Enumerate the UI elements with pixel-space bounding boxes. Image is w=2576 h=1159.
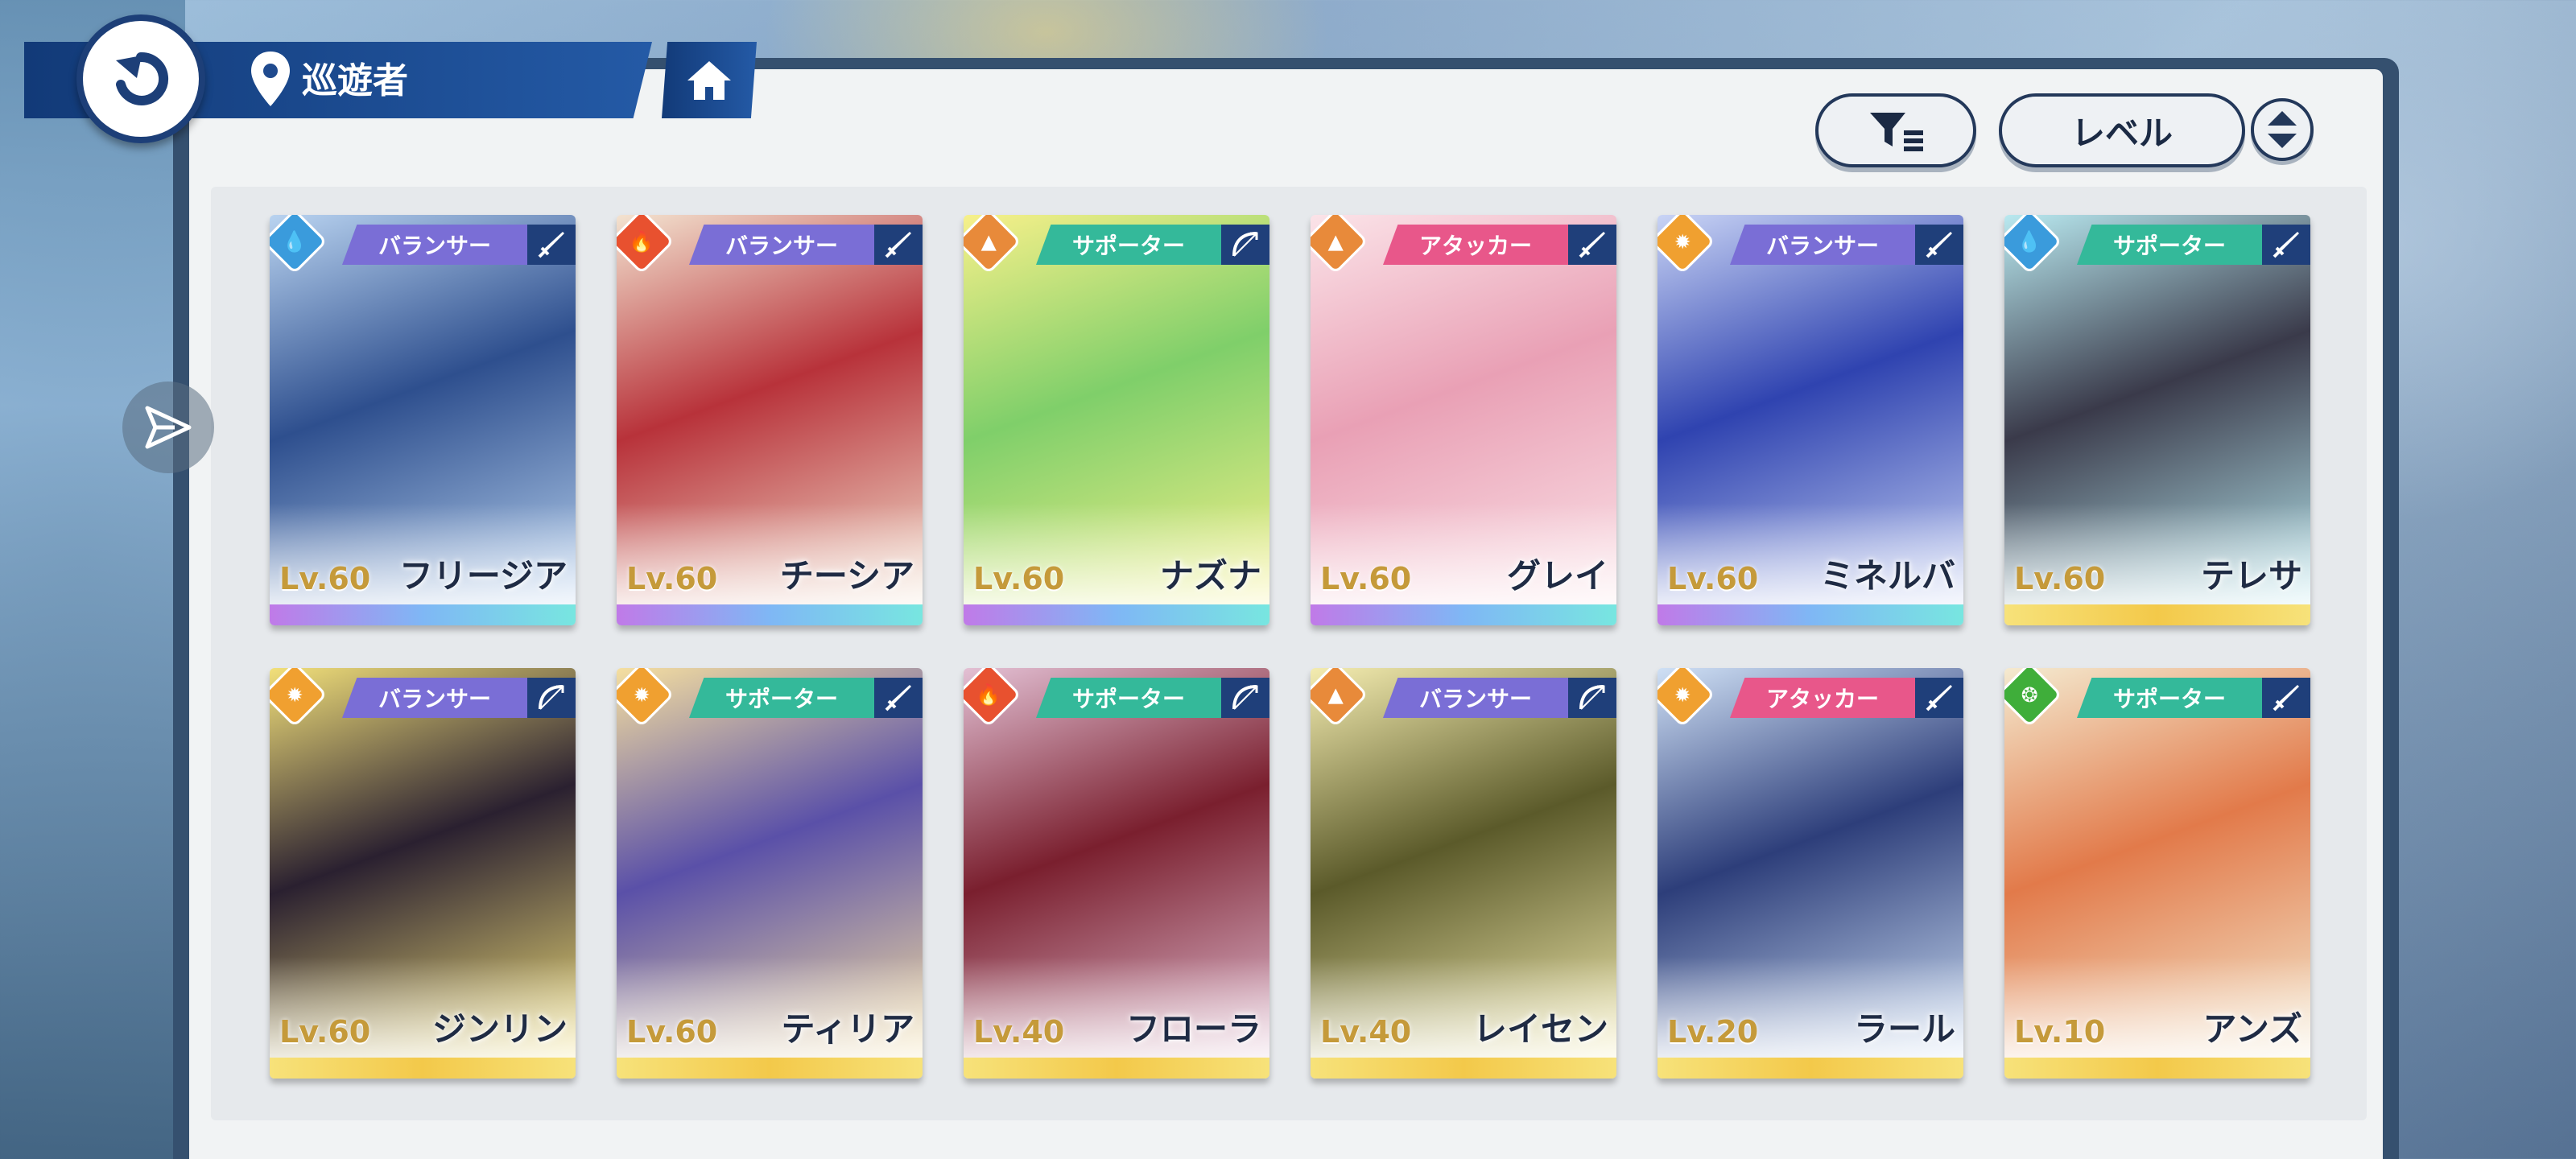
character-level: Lv.60: [2014, 561, 2106, 596]
sword-icon: [527, 225, 576, 265]
bow-icon: [1221, 225, 1269, 265]
role-tag: バランサー: [1383, 678, 1568, 718]
rarity-bar: [964, 1058, 1269, 1079]
role-tag: バランサー: [342, 225, 527, 265]
send-icon: [145, 406, 192, 449]
back-button[interactable]: [76, 14, 205, 143]
sword-icon: [2262, 678, 2310, 718]
character-level: Lv.60: [973, 561, 1065, 596]
sword-icon: [1915, 225, 1963, 265]
role-tag: サポーター: [2077, 678, 2262, 718]
role-tag: サポーター: [689, 678, 874, 718]
character-level: Lv.10: [2014, 1014, 2106, 1050]
role-tag: バランサー: [1730, 225, 1915, 265]
filter-icon: [1870, 113, 1923, 151]
character-name: レイセン: [1472, 1009, 1608, 1049]
character-name: ナズナ: [1159, 556, 1261, 596]
character-level: Lv.60: [279, 1014, 371, 1050]
sword-icon: [874, 225, 923, 265]
character-name: ジンリン: [431, 1009, 568, 1049]
rarity-bar: [270, 604, 576, 625]
character-card[interactable]: アタッカー ▲ Lv.60 グレイ: [1311, 215, 1616, 625]
character-card[interactable]: バランサー 🔥 Lv.60 チーシア: [617, 215, 923, 625]
character-name: フローラ: [1125, 1009, 1261, 1049]
character-name: テレサ: [2200, 556, 2302, 596]
rarity-bar: [2004, 604, 2310, 625]
rarity-bar: [1311, 1058, 1616, 1079]
character-card[interactable]: サポーター ✹ Lv.60 ティリア: [617, 668, 923, 1079]
character-level: Lv.40: [1320, 1014, 1412, 1050]
rarity-bar: [270, 1058, 576, 1079]
page-title: 巡遊者: [302, 60, 408, 101]
bow-icon: [527, 678, 576, 718]
role-tag: バランサー: [689, 225, 874, 265]
sword-icon: [1568, 225, 1616, 265]
sort-order-button[interactable]: [2251, 98, 2314, 161]
role-tag: アタッカー: [1730, 678, 1915, 718]
sword-icon: [1915, 678, 1963, 718]
character-name: フリージア: [398, 556, 568, 596]
character-level: Lv.60: [1320, 561, 1412, 596]
role-tag: アタッカー: [1383, 225, 1568, 265]
character-level: Lv.40: [973, 1014, 1065, 1050]
character-card[interactable]: アタッカー ✹ Lv.20 ラール: [1657, 668, 1963, 1079]
character-card[interactable]: サポーター ❂ Lv.10 アンズ: [2004, 668, 2310, 1079]
character-level: Lv.60: [279, 561, 371, 596]
character-level: Lv.60: [626, 561, 718, 596]
character-card[interactable]: バランサー ✹ Lv.60 ミネルバ: [1657, 215, 1963, 625]
character-card[interactable]: バランサー ✹ Lv.60 ジンリン: [270, 668, 576, 1079]
home-button[interactable]: [662, 42, 757, 118]
character-level: Lv.60: [626, 1014, 718, 1050]
bow-icon: [1568, 678, 1616, 718]
rarity-bar: [2004, 1058, 2310, 1079]
character-name: ミネルバ: [1819, 556, 1955, 596]
location-pin-icon: [251, 52, 290, 106]
sort-button[interactable]: レベル: [1999, 93, 2245, 167]
sort-order-icon: [2268, 111, 2297, 148]
background-window: [0, 0, 185, 1159]
character-card[interactable]: サポーター 🔥 Lv.40 フローラ: [964, 668, 1269, 1079]
rarity-bar: [617, 1058, 923, 1079]
role-tag: サポーター: [1036, 225, 1221, 265]
character-level: Lv.20: [1667, 1014, 1759, 1050]
rarity-bar: [1657, 604, 1963, 625]
character-name: グレイ: [1506, 556, 1608, 596]
filter-button[interactable]: [1815, 93, 1976, 167]
character-level: Lv.60: [1667, 561, 1759, 596]
character-card[interactable]: サポーター 💧 Lv.60 テレサ: [2004, 215, 2310, 625]
send-button[interactable]: [122, 382, 214, 473]
role-tag: バランサー: [342, 678, 527, 718]
sword-icon: [874, 678, 923, 718]
character-card[interactable]: サポーター ▲ Lv.60 ナズナ: [964, 215, 1269, 625]
home-icon: [687, 60, 731, 100]
rarity-bar: [964, 604, 1269, 625]
character-card[interactable]: バランサー 💧 Lv.60 フリージア: [270, 215, 576, 625]
rarity-bar: [1311, 604, 1616, 625]
rarity-bar: [1657, 1058, 1963, 1079]
role-tag: サポーター: [1036, 678, 1221, 718]
role-tag: サポーター: [2077, 225, 2262, 265]
bow-icon: [1221, 678, 1269, 718]
character-name: アンズ: [2202, 1009, 2302, 1049]
back-arrow-icon: [116, 52, 169, 105]
character-name: ティリア: [781, 1009, 914, 1049]
character-card[interactable]: バランサー ▲ Lv.40 レイセン: [1311, 668, 1616, 1079]
character-name: ラール: [1853, 1009, 1955, 1049]
character-name: チーシア: [779, 556, 914, 596]
rarity-bar: [617, 604, 923, 625]
sword-icon: [2262, 225, 2310, 265]
